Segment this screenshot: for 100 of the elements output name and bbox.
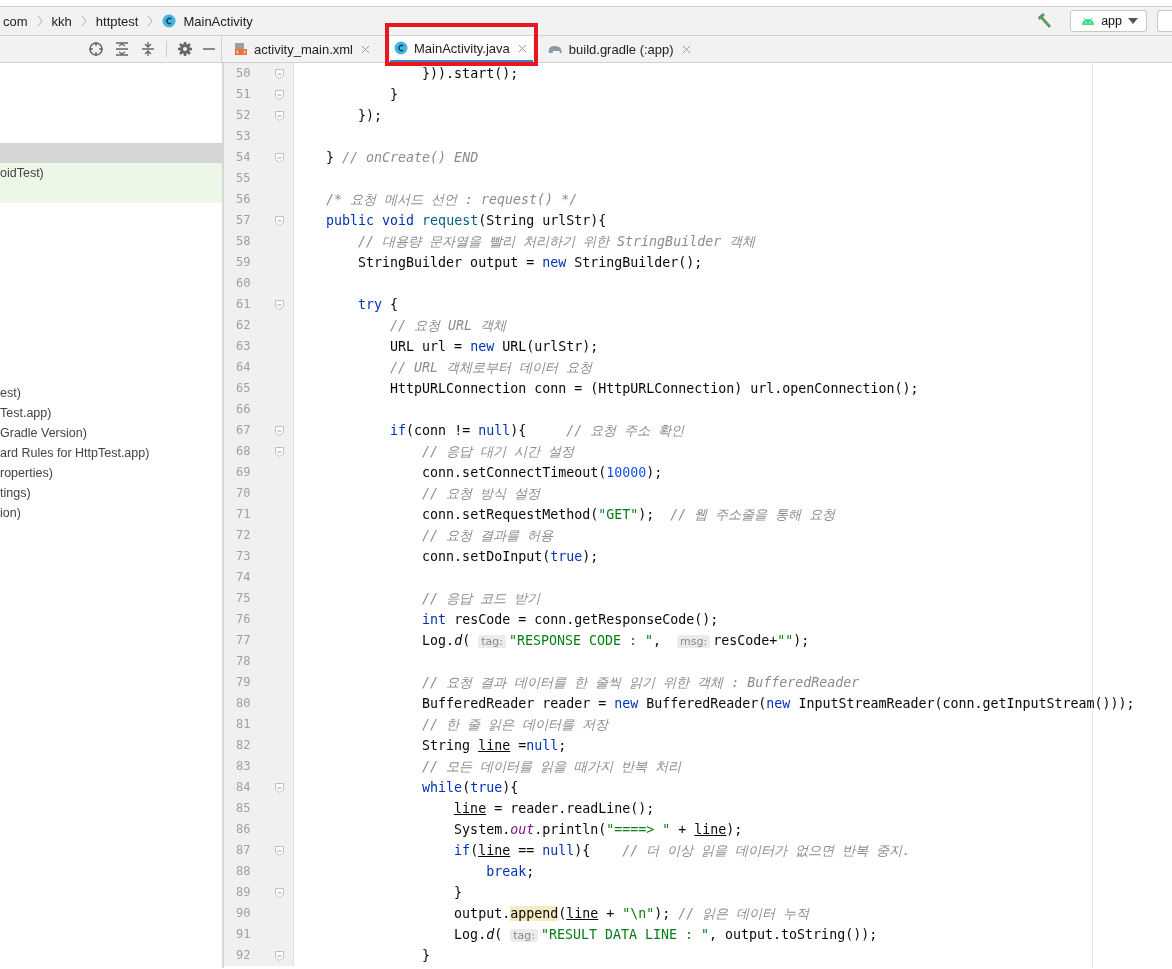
code-line: // 응답 코드 받기 (421, 589, 541, 608)
class-icon (393, 41, 408, 55)
tree-item[interactable]: oidTest) (0, 163, 222, 183)
code-line: try { (357, 297, 399, 312)
code-line: } // onCreate() END (325, 150, 479, 165)
code-line: int resCode = conn.getResponseCode(); (421, 612, 719, 627)
tree-row[interactable] (0, 183, 222, 203)
code-line: // 요청 결과 데이터를 한 줄씩 읽기 위한 객체 : BufferedReader (421, 673, 860, 692)
line-number: 62 (235, 317, 252, 334)
line-number: 75 (235, 590, 252, 607)
code-line: while(true){ (421, 780, 519, 795)
code-line: // 한 줄 읽은 데이터를 저장 (421, 715, 609, 734)
fold-icon[interactable] (274, 782, 284, 793)
code-line: // 요청 결과를 허용 (421, 526, 554, 545)
close-icon (681, 44, 691, 54)
code-line: StringBuilder output = new StringBuilder(); (357, 255, 703, 270)
editor-tab[interactable]: build.gradle (:app) (542, 36, 697, 62)
xml-file-icon (234, 42, 248, 56)
line-number: 77 (235, 632, 252, 649)
line-number: 54 (235, 149, 252, 166)
tree-item[interactable]: tings) (0, 483, 222, 503)
line-number: 52 (235, 107, 252, 124)
line-number: 61 (235, 296, 252, 313)
fold-icon[interactable] (274, 299, 284, 310)
tree-item[interactable]: Test.app) (0, 403, 222, 423)
code-line: BufferedReader reader = new BufferedReader(new InputStreamReader(conn.getInputStream())); (421, 696, 1135, 711)
tree-item[interactable]: roperties) (0, 463, 222, 483)
line-number: 60 (235, 275, 252, 292)
code-line: // URL 객체로부터 데이터 요청 (389, 358, 593, 377)
fold-icon[interactable] (274, 425, 284, 436)
settings-icon (177, 41, 193, 57)
code-line: HttpURLConnection conn = (HttpURLConnection) url.openConnection(); (389, 381, 919, 396)
line-number: 51 (235, 86, 252, 103)
fold-icon[interactable] (274, 89, 284, 100)
line-number: 65 (235, 380, 252, 397)
fold-icon[interactable] (274, 68, 284, 79)
chevron-icon (147, 15, 154, 27)
line-number: 89 (235, 884, 252, 901)
line-number: 68 (235, 443, 252, 460)
line-number: 90 (235, 905, 252, 922)
code-line: // 대용량 문자열을 빨리 처리하기 위한 StringBuilder 객체 (357, 232, 756, 251)
close-icon (360, 44, 370, 54)
line-number: 92 (235, 947, 252, 964)
line-number: 88 (235, 863, 252, 880)
code-line: conn.setConnectTimeout(10000); (421, 465, 663, 480)
tree-item[interactable]: ard Rules for HttpTest.app) (0, 443, 222, 463)
code-line: }); (357, 108, 383, 123)
code-line: String line =null; (421, 738, 567, 753)
fold-icon[interactable] (274, 845, 284, 856)
tree-item[interactable]: est) (0, 383, 222, 403)
android-icon (1081, 16, 1096, 26)
line-number: 53 (235, 128, 252, 145)
line-number: 82 (235, 737, 252, 754)
line-number: 59 (235, 254, 252, 271)
line-number: 74 (235, 569, 252, 586)
fold-icon[interactable] (274, 950, 284, 961)
target-icon (88, 41, 104, 57)
breadcrumb-item[interactable]: kkh (51, 13, 72, 29)
caret-icon (1128, 18, 1138, 24)
fold-icon[interactable] (274, 446, 284, 457)
toolbar-button[interactable] (1157, 10, 1172, 32)
tree-item[interactable]: ion) (0, 503, 222, 523)
line-number: 80 (235, 695, 252, 712)
expand-all-icon (114, 41, 130, 57)
line-number: 72 (235, 527, 252, 544)
editor-tab[interactable]: activity_main.xml (230, 36, 376, 62)
line-number: 69 (235, 464, 252, 481)
code-line: // 요청 방식 설정 (421, 484, 541, 503)
line-number: 85 (235, 800, 252, 817)
fold-icon[interactable] (274, 152, 284, 163)
fold-icon[interactable] (274, 110, 284, 121)
code-line: System.out.println("====> " + line); (453, 822, 743, 837)
code-line: /* 요청 메서드 선언 : request() */ (325, 190, 578, 209)
collapse-all-icon (140, 41, 156, 57)
breadcrumb-item[interactable]: MainActivity (183, 13, 253, 29)
line-number: 57 (235, 212, 252, 229)
line-number: 87 (235, 842, 252, 859)
line-number: 63 (235, 338, 252, 355)
breadcrumb-item[interactable]: com (3, 13, 28, 29)
code-line: })).start(); (421, 66, 519, 81)
tree-row[interactable] (0, 143, 222, 163)
run-config-dropdown[interactable]: app (1070, 10, 1147, 32)
tree-item[interactable]: Gradle Version) (0, 423, 222, 443)
fold-icon[interactable] (274, 887, 284, 898)
line-number: 78 (235, 653, 252, 670)
close-icon (517, 43, 527, 53)
line-number: 71 (235, 506, 252, 523)
code-line: conn.setRequestMethod("GET"); // 웹 주소줄을 통해 요청 (421, 505, 836, 524)
code-line: } (453, 885, 463, 900)
line-number: 58 (235, 233, 252, 250)
code-line: // 요청 URL 객체 (389, 316, 507, 335)
editor-tab[interactable]: MainActivity.java (389, 36, 533, 62)
line-number: 81 (235, 716, 252, 733)
line-number: 84 (235, 779, 252, 796)
line-number: 86 (235, 821, 252, 838)
line-number: 70 (235, 485, 252, 502)
code-line: Log.d( tag: "RESULT DATA LINE : ", output.toString()); (453, 927, 878, 942)
fold-icon[interactable] (274, 215, 284, 226)
breadcrumb-item[interactable]: httptest (95, 13, 139, 29)
elephant-icon (546, 43, 563, 55)
